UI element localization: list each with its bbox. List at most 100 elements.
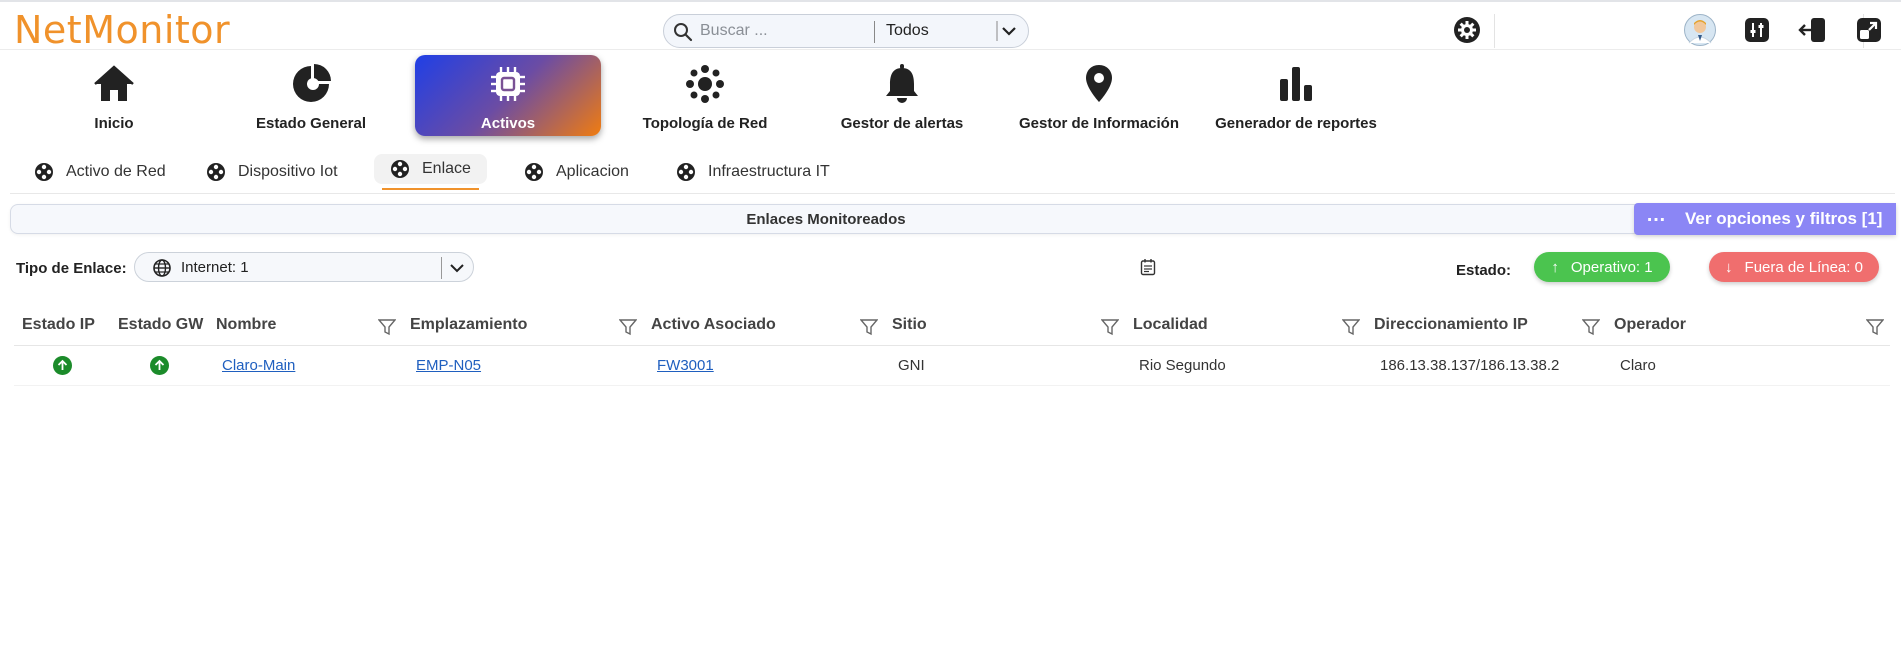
column-label: Estado GW: [118, 315, 204, 333]
options-filters-button[interactable]: … Ver opciones y filtros [1]: [1634, 203, 1896, 235]
cell-localidad: Rio Segundo: [1125, 345, 1366, 386]
column-header[interactable]: Direccionamiento IP: [1366, 305, 1606, 346]
select-separator: [441, 257, 442, 279]
chip-icon: [415, 64, 601, 104]
column-header[interactable]: Sitio: [884, 305, 1125, 346]
column-label: Operador: [1614, 315, 1687, 333]
filter-icon[interactable]: [1582, 318, 1600, 336]
filter-bar: Tipo de Enlace: Internet: 1 Estado: ↑ Op…: [0, 250, 1901, 286]
nav-estado-general[interactable]: Estado General: [218, 55, 404, 136]
column-label: Sitio: [892, 315, 927, 333]
column-label: Estado IP: [22, 315, 95, 333]
fuera-de-linea-count: Fuera de Línea: 0: [1744, 258, 1863, 276]
link-type-label: Tipo de Enlace:: [16, 260, 127, 277]
cell-sitio: GNI: [884, 345, 1125, 386]
cell-operador: Claro: [1606, 345, 1890, 386]
nav-generador-reportes[interactable]: Generador de reportes: [1203, 55, 1389, 136]
status-up-icon: [52, 355, 72, 375]
location-icon: [1006, 64, 1192, 104]
operativo-filter-button[interactable]: ↑ Operativo: 1: [1534, 252, 1670, 282]
column-label: Emplazamiento: [410, 315, 528, 333]
filter-icon[interactable]: [1101, 318, 1119, 336]
column-header[interactable]: Emplazamiento: [402, 305, 643, 346]
cell-ip: 186.13.38.137/186.13.38.2: [1366, 345, 1606, 386]
reel-icon: [677, 163, 695, 181]
links-table: Estado IP Estado GW Nombre Emplazamiento…: [14, 305, 1890, 386]
search-input[interactable]: [700, 20, 890, 42]
tab-enlace[interactable]: Enlace: [374, 154, 487, 190]
filter-icon[interactable]: [1342, 318, 1360, 336]
filter-icon[interactable]: [619, 318, 637, 336]
emplazamiento-link[interactable]: EMP-N05: [416, 357, 481, 374]
filter-icon[interactable]: [860, 318, 878, 336]
app-header: NetMonitor Todos: [0, 2, 1901, 52]
reel-icon: [391, 160, 409, 178]
cell-activo: FW3001: [643, 345, 884, 386]
user-avatar[interactable]: [1684, 14, 1716, 46]
reel-icon: [207, 163, 225, 181]
search-scope-select[interactable]: Todos: [886, 22, 929, 40]
column-header[interactable]: Estado IP: [14, 305, 110, 346]
table-row[interactable]: Claro-Main EMP-N05 FW3001 GNI Rio Segund…: [14, 345, 1890, 386]
arrow-up-icon: ↑: [1551, 258, 1559, 276]
equalizer-icon[interactable]: [1741, 14, 1773, 46]
filter-icon[interactable]: [378, 318, 396, 336]
column-label: Direccionamiento IP: [1374, 315, 1528, 333]
section-header: Enlaces Monitoreados: [10, 204, 1896, 234]
link-type-value: Internet: 1: [181, 259, 249, 276]
tab-label: Activo de Red: [66, 163, 166, 180]
filter-icon[interactable]: [1866, 318, 1884, 336]
column-label: Activo Asociado: [651, 315, 776, 333]
activo-link[interactable]: FW3001: [657, 357, 714, 374]
column-header[interactable]: Nombre: [208, 305, 402, 346]
search-icon[interactable]: [673, 22, 693, 42]
tab-label: Aplicacion: [556, 163, 629, 180]
cell-emplazamiento: EMP-N05: [402, 345, 643, 386]
tab-label: Infraestructura IT: [708, 163, 830, 180]
column-header[interactable]: Activo Asociado: [643, 305, 884, 346]
app-logo[interactable]: NetMonitor: [14, 8, 230, 52]
tab-label: Enlace: [422, 160, 471, 177]
column-header[interactable]: Estado GW: [110, 305, 208, 346]
nombre-link[interactable]: Claro-Main: [222, 357, 295, 374]
tab-activo-de-red[interactable]: Activo de Red: [34, 156, 166, 188]
gear-icon[interactable]: [1451, 14, 1483, 46]
home-icon: [21, 64, 207, 104]
nav-label: Activos: [480, 115, 536, 132]
cell-estado-gw: [110, 345, 208, 386]
column-label: Nombre: [216, 315, 277, 333]
nav-gestor-alertas[interactable]: Gestor de alertas: [809, 55, 995, 136]
nav-label: Gestor de alertas: [840, 115, 964, 132]
reel-icon: [525, 163, 543, 181]
nav-label: Inicio: [94, 115, 134, 132]
bar-chart-icon: [1203, 64, 1389, 104]
main-navigation: Inicio Estado General Activos Topología …: [0, 52, 1901, 142]
reel-icon: [35, 163, 53, 181]
tab-dispositivo-iot[interactable]: Dispositivo Iot: [206, 156, 338, 188]
status-up-icon: [149, 355, 169, 375]
bell-icon: [809, 64, 995, 104]
calendar-icon[interactable]: [1140, 258, 1156, 276]
nav-gestor-informacion[interactable]: Gestor de Información: [1006, 55, 1192, 136]
chevron-down-icon[interactable]: [996, 19, 1022, 43]
nav-topologia[interactable]: Topología de Red: [612, 55, 798, 136]
cell-estado-ip: [14, 345, 110, 386]
chevron-down-icon[interactable]: [447, 259, 467, 277]
fuera-de-linea-filter-button[interactable]: ↓ Fuera de Línea: 0: [1709, 252, 1879, 282]
tab-aplicacion[interactable]: Aplicacion: [524, 156, 629, 188]
operativo-count: Operativo: 1: [1570, 258, 1653, 276]
arrow-down-icon: ↓: [1725, 258, 1733, 276]
table-header-row: Estado IP Estado GW Nombre Emplazamiento…: [14, 305, 1890, 346]
nav-label: Estado General: [255, 115, 367, 132]
column-header[interactable]: Operador: [1606, 305, 1890, 346]
link-type-select[interactable]: Internet: 1: [134, 252, 474, 282]
search-separator: [874, 21, 875, 43]
tab-infraestructura-it[interactable]: Infraestructura IT: [676, 156, 830, 188]
nav-activos[interactable]: Activos: [415, 55, 601, 136]
status-label: Estado:: [1456, 262, 1512, 279]
logout-icon[interactable]: [1796, 14, 1828, 46]
options-filters-label: Ver opciones y filtros [1]: [1685, 209, 1883, 228]
expand-icon[interactable]: [1853, 14, 1885, 46]
column-header[interactable]: Localidad: [1125, 305, 1366, 346]
nav-inicio[interactable]: Inicio: [21, 55, 207, 136]
